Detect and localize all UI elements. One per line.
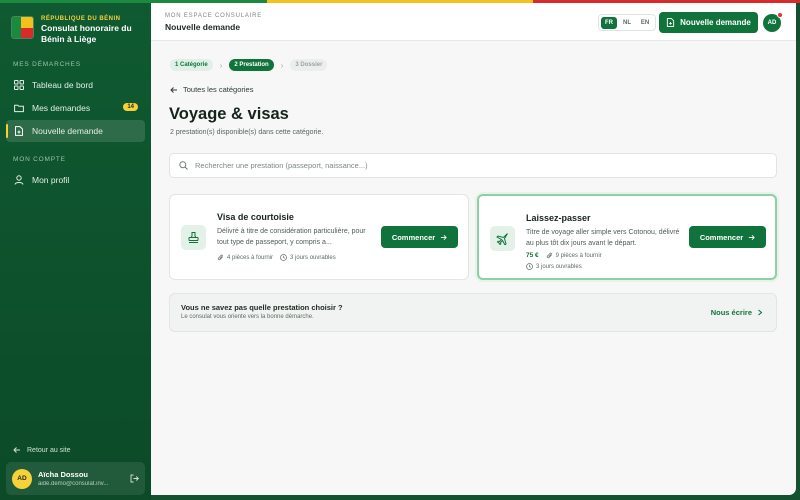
back-to-site-link[interactable]: Retour au site xyxy=(13,446,71,454)
service-pieces: 9 pièces à fournir xyxy=(555,252,602,259)
new-document-icon xyxy=(667,18,675,27)
brand-consulate: Consulat honoraire du Bénin à Liège xyxy=(41,23,132,44)
arrow-left-icon xyxy=(170,86,177,93)
service-price: 75 € xyxy=(526,252,539,259)
user-name: Aïcha Dossou xyxy=(38,470,89,479)
new-request-label: Nouvelle demande xyxy=(680,18,751,27)
service-meta: 75 € 9 pièces à fournir xyxy=(526,252,602,259)
topbar-title: Nouvelle demande xyxy=(165,22,241,32)
page-title: Voyage & visas xyxy=(169,105,289,123)
clock-icon xyxy=(526,263,533,270)
arrow-right-icon xyxy=(749,234,755,240)
service-delay: 3 jours ouvrables xyxy=(290,254,336,261)
contact-link-label: Nous écrire xyxy=(710,308,752,317)
flag-strip xyxy=(0,0,800,3)
step-category[interactable]: 1 Catégorie xyxy=(170,59,213,71)
new-request-button[interactable]: Nouvelle demande xyxy=(659,12,758,33)
contact-link[interactable]: Nous écrire xyxy=(711,308,763,317)
stamp-icon xyxy=(181,225,206,250)
brand[interactable]: RÉPUBLIQUE DU BÉNIN Consulat honoraire d… xyxy=(11,16,139,45)
language-switcher: FR NL EN xyxy=(598,14,656,31)
dashboard-icon xyxy=(14,80,24,90)
back-to-site-label: Retour au site xyxy=(27,446,71,454)
sidebar-item-dashboard[interactable]: Tableau de bord xyxy=(6,74,145,96)
page-subtitle: 2 prestation(s) disponible(s) dans cette… xyxy=(170,129,324,136)
step-dossier: 3 Dossier xyxy=(290,59,328,71)
stepper: 1 Catégorie › 2 Prestation › 3 Dossier xyxy=(170,59,328,71)
service-description: Titre de voyage aller simple vers Cotono… xyxy=(526,229,680,247)
service-card-visa[interactable]: Visa de courtoisie Délivré à titre de co… xyxy=(169,194,469,280)
sidebar: RÉPUBLIQUE DU BÉNIN Consulat honoraire d… xyxy=(0,3,151,500)
help-banner: Vous ne savez pas quelle prestation choi… xyxy=(169,293,777,332)
start-button[interactable]: Commencer xyxy=(689,226,766,248)
topbar-section: MON ESPACE CONSULAIRE xyxy=(165,13,263,19)
sidebar-item-requests[interactable]: Mes demandes 14 xyxy=(6,97,145,119)
service-title: Visa de courtoisie xyxy=(217,212,294,222)
sidebar-item-label: Nouvelle demande xyxy=(32,126,103,136)
service-meta: 4 pièces à fournir 3 jours ouvrables xyxy=(217,254,336,261)
sidebar-item-new-request[interactable]: Nouvelle demande xyxy=(6,120,145,142)
arrow-right-icon xyxy=(441,234,447,240)
chevron-right-icon: › xyxy=(280,60,284,70)
notification-dot xyxy=(777,12,783,18)
sidebar-item-label: Mon profil xyxy=(32,175,70,185)
user-card: AD Aïcha Dossou aide.demo@consulat.inv..… xyxy=(6,462,145,495)
user-icon xyxy=(14,175,24,185)
search-icon xyxy=(179,161,188,170)
service-title: Laissez-passer xyxy=(526,213,591,223)
service-pieces: 4 pièces à fournir xyxy=(227,254,274,261)
chevron-right-icon: › xyxy=(219,60,223,70)
main-panel: MON ESPACE CONSULAIRE Nouvelle demande F… xyxy=(151,3,796,495)
search-input[interactable] xyxy=(195,161,755,170)
requests-count-badge: 14 xyxy=(123,103,138,111)
start-button-label: Commencer xyxy=(699,232,744,242)
logout-icon[interactable] xyxy=(130,474,139,483)
service-card-laissez-passer[interactable]: Laissez-passer Titre de voyage aller sim… xyxy=(477,194,777,280)
topbar: MON ESPACE CONSULAIRE Nouvelle demande F… xyxy=(151,3,796,41)
step-service: 2 Prestation xyxy=(229,59,274,71)
plane-icon xyxy=(490,226,515,251)
start-button-label: Commencer xyxy=(391,232,436,242)
help-title: Vous ne savez pas quelle prestation choi… xyxy=(181,303,343,312)
section-label-demarches: MES DÉMARCHES xyxy=(13,61,81,68)
clock-icon xyxy=(280,254,287,261)
arrow-left-icon xyxy=(13,447,20,453)
sidebar-item-label: Tableau de bord xyxy=(32,80,93,90)
folder-icon xyxy=(14,104,24,113)
sidebar-item-profile[interactable]: Mon profil xyxy=(6,169,145,191)
new-document-icon xyxy=(15,126,23,136)
section-label-compte: MON COMPTE xyxy=(13,156,66,163)
user-avatar: AD xyxy=(12,468,32,489)
brand-country: RÉPUBLIQUE DU BÉNIN xyxy=(41,16,121,22)
user-email: aide.demo@consulat.inv... xyxy=(38,481,109,487)
language-en[interactable]: EN xyxy=(637,17,653,29)
start-button[interactable]: Commencer xyxy=(381,226,458,248)
back-to-categories-label: Toutes les catégories xyxy=(183,85,254,94)
language-nl[interactable]: NL xyxy=(619,17,635,29)
paperclip-icon xyxy=(217,254,223,261)
paperclip-icon xyxy=(546,252,552,259)
service-meta-second: 3 jours ouvrables xyxy=(526,263,582,270)
language-fr[interactable]: FR xyxy=(601,16,617,29)
service-description: Délivré à titre de considération particu… xyxy=(217,228,366,246)
back-to-categories-link[interactable]: Toutes les catégories xyxy=(170,85,253,94)
chevron-right-icon xyxy=(758,309,763,316)
search-box xyxy=(169,153,777,178)
help-subtitle: Le consulat vous oriente vers la bonne d… xyxy=(181,314,314,320)
service-delay: 3 jours ouvrables xyxy=(536,263,582,270)
benin-flag-icon xyxy=(11,16,34,39)
sidebar-item-label: Mes demandes xyxy=(32,103,91,113)
